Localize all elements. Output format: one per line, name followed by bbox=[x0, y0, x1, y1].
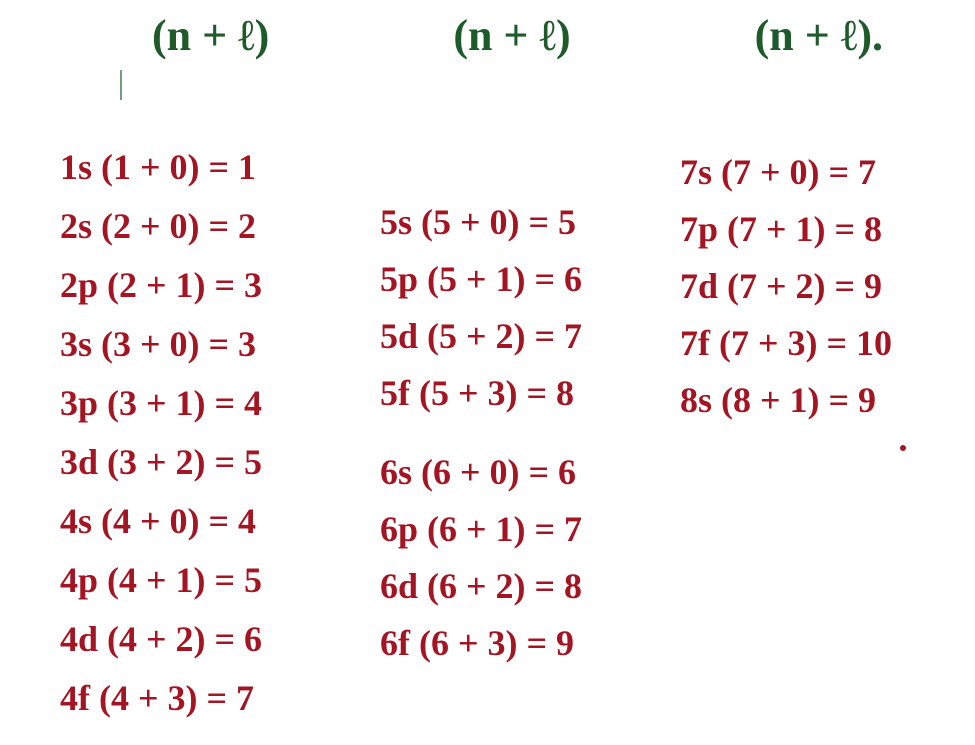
stray-dot bbox=[900, 445, 906, 451]
orbital-line: 5p (5 + 1) = 6 bbox=[380, 257, 582, 302]
orbital-line: 3d (3 + 2) = 5 bbox=[60, 440, 262, 485]
header-1: (n + ℓ) bbox=[152, 10, 269, 61]
column-3: 7s (7 + 0) = 7 7p (7 + 1) = 8 7d (7 + 2)… bbox=[680, 150, 892, 423]
orbital-line: 2s (2 + 0) = 2 bbox=[60, 204, 262, 249]
orbital-line: 4p (4 + 1) = 5 bbox=[60, 558, 262, 603]
spacer bbox=[380, 428, 582, 438]
orbital-line: 3s (3 + 0) = 3 bbox=[60, 322, 262, 367]
orbital-line: 6s (6 + 0) = 6 bbox=[380, 450, 582, 495]
orbital-line: 8s (8 + 1) = 9 bbox=[680, 378, 892, 423]
orbital-line: 4f (4 + 3) = 7 bbox=[60, 676, 262, 721]
orbital-line: 7d (7 + 2) = 9 bbox=[680, 264, 892, 309]
header-2: (n + ℓ) bbox=[453, 10, 570, 61]
orbital-line: 7p (7 + 1) = 8 bbox=[680, 207, 892, 252]
orbital-line: 1s (1 + 0) = 1 bbox=[60, 145, 262, 190]
orbital-line: 5d (5 + 2) = 7 bbox=[380, 314, 582, 359]
orbital-line: 6d (6 + 2) = 8 bbox=[380, 564, 582, 609]
orbital-line: 7s (7 + 0) = 7 bbox=[680, 150, 892, 195]
column-2: 5s (5 + 0) = 5 5p (5 + 1) = 6 5d (5 + 2)… bbox=[380, 200, 582, 666]
orbital-line: 4s (4 + 0) = 4 bbox=[60, 499, 262, 544]
column-1: 1s (1 + 0) = 1 2s (2 + 0) = 2 2p (2 + 1)… bbox=[60, 145, 262, 721]
orbital-line: 6p (6 + 1) = 7 bbox=[380, 507, 582, 552]
orbital-line: 5s (5 + 0) = 5 bbox=[380, 200, 582, 245]
page: (n + ℓ) (n + ℓ) (n + ℓ). 1s (1 + 0) = 1 … bbox=[0, 0, 975, 745]
orbital-line: 6f (6 + 3) = 9 bbox=[380, 621, 582, 666]
header-3: (n + ℓ). bbox=[755, 10, 883, 61]
stray-mark bbox=[120, 70, 122, 100]
orbital-line: 3p (3 + 1) = 4 bbox=[60, 381, 262, 426]
orbital-line: 4d (4 + 2) = 6 bbox=[60, 617, 262, 662]
orbital-line: 5f (5 + 3) = 8 bbox=[380, 371, 582, 416]
header-row: (n + ℓ) (n + ℓ) (n + ℓ). bbox=[0, 10, 975, 61]
orbital-line: 7f (7 + 3) = 10 bbox=[680, 321, 892, 366]
orbital-line: 2p (2 + 1) = 3 bbox=[60, 263, 262, 308]
